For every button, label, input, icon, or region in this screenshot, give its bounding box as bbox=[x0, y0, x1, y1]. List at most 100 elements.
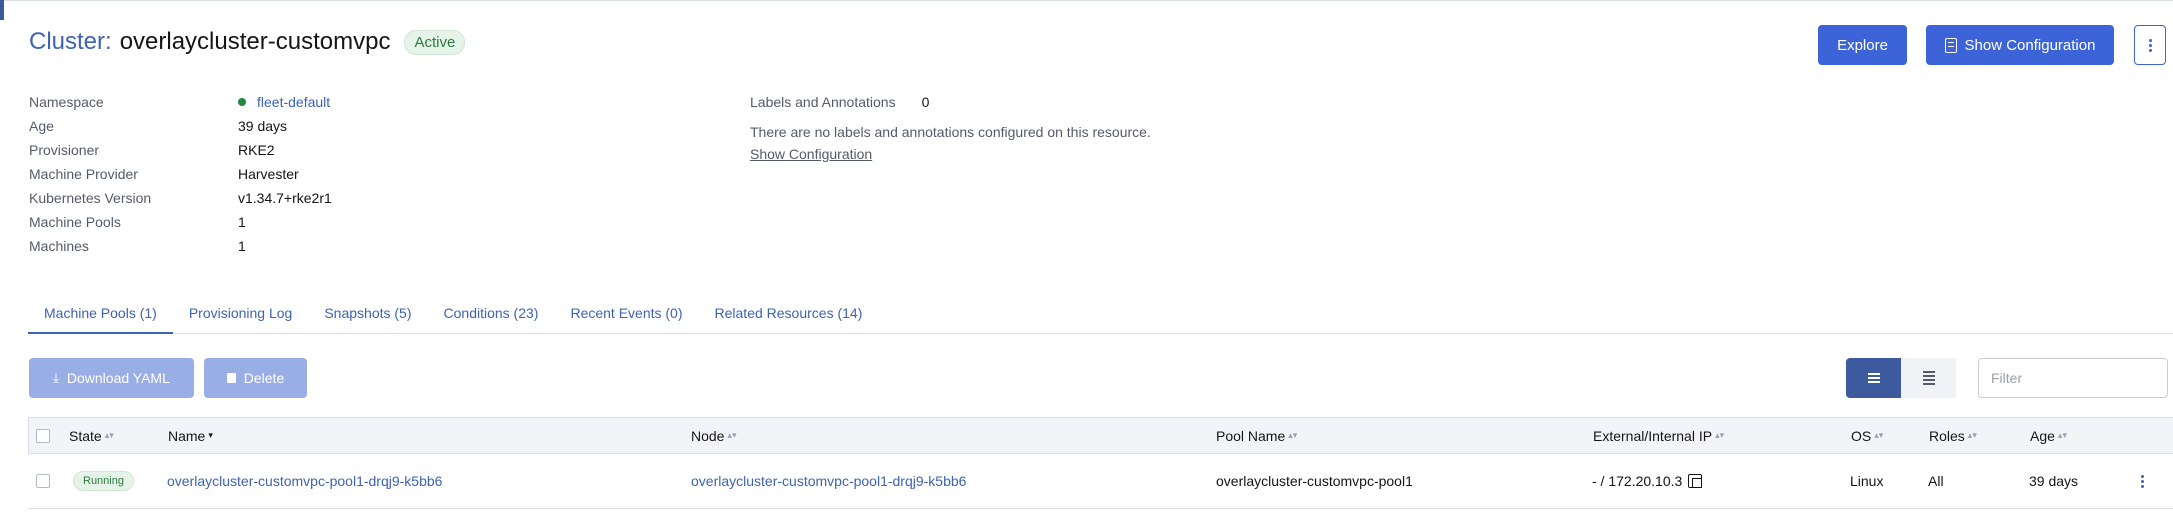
detail-row-age: Age 39 days bbox=[29, 114, 332, 138]
labels-header: Labels and Annotations 0 bbox=[750, 90, 1151, 114]
column-label: Node bbox=[691, 427, 725, 444]
select-all-cell bbox=[36, 418, 50, 453]
view-toggle-group bbox=[1846, 358, 1957, 398]
ip-cell: - / 172.20.10.3 bbox=[1592, 454, 1703, 508]
detail-value: fleet-default bbox=[238, 94, 330, 110]
namespace-link[interactable]: fleet-default bbox=[257, 94, 330, 110]
filter-input[interactable] bbox=[1978, 358, 2168, 398]
tab-machine-pools[interactable]: Machine Pools (1) bbox=[28, 297, 173, 334]
labels-empty-message: There are no labels and annotations conf… bbox=[750, 124, 1151, 140]
list-icon bbox=[1867, 373, 1880, 383]
download-yaml-label: Download YAML bbox=[66, 370, 170, 386]
sort-icon: ▴▾ bbox=[1874, 430, 1884, 440]
node-link[interactable]: overlaycluster-customvpc-pool1-drqj9-k5b… bbox=[691, 454, 966, 508]
column-header-pool-name[interactable]: Pool Name ▴▾ bbox=[1216, 418, 1297, 453]
detail-label: Machine Pools bbox=[29, 214, 121, 230]
title-prefix-link[interactable]: Cluster: bbox=[29, 28, 112, 56]
detail-label: Provisioner bbox=[29, 142, 100, 158]
column-header-ip[interactable]: External/Internal IP ▴▾ bbox=[1593, 418, 1724, 453]
column-label: External/Internal IP bbox=[1593, 427, 1713, 444]
ip-value: - / 172.20.10.3 bbox=[1592, 473, 1683, 489]
rows-icon bbox=[1922, 371, 1935, 385]
column-label: Age bbox=[2030, 427, 2055, 444]
kebab-icon bbox=[2148, 38, 2152, 52]
top-border bbox=[0, 0, 2173, 1]
more-actions-button[interactable] bbox=[2134, 25, 2166, 65]
column-header-node[interactable]: Node ▴▾ bbox=[691, 418, 737, 453]
sort-icon: ▴▾ bbox=[1967, 430, 1977, 440]
tab-snapshots[interactable]: Snapshots (5) bbox=[308, 297, 427, 334]
detail-label: Namespace bbox=[29, 94, 104, 110]
detail-row-provisioner: Provisioner RKE2 bbox=[29, 138, 332, 162]
delete-button[interactable]: Delete bbox=[204, 358, 307, 398]
sort-icon: ▴▾ bbox=[1715, 430, 1725, 440]
column-label: Name bbox=[168, 427, 206, 444]
status-badge: Active bbox=[404, 29, 466, 55]
tab-conditions[interactable]: Conditions (23) bbox=[428, 297, 555, 334]
sort-icon: ▴▾ bbox=[2057, 430, 2067, 440]
cluster-name: overlaycluster-customvpc bbox=[119, 28, 391, 55]
kebab-icon bbox=[2141, 474, 2144, 488]
tab-related-resources[interactable]: Related Resources (14) bbox=[699, 297, 879, 334]
left-accent-bar bbox=[0, 0, 4, 20]
detail-label: Machines bbox=[29, 238, 89, 254]
delete-label: Delete bbox=[243, 370, 285, 386]
cluster-detail-page: Cluster: overlaycluster-customvpc Active… bbox=[0, 0, 2173, 512]
os-cell: Linux bbox=[1850, 473, 1884, 489]
sort-icon: ▴▾ bbox=[1288, 430, 1298, 440]
row-select-cell bbox=[36, 454, 50, 508]
detail-row-machines: Machines 1 bbox=[29, 234, 332, 258]
sort-icon: ▴▾ bbox=[104, 430, 114, 440]
document-icon bbox=[1944, 37, 1957, 53]
column-header-os[interactable]: OS ▴▾ bbox=[1851, 418, 1883, 453]
detail-row-machine-provider: Machine Provider Harvester bbox=[29, 162, 332, 186]
grouped-view-button[interactable] bbox=[1901, 358, 1956, 398]
detail-label: Kubernetes Version bbox=[29, 190, 152, 206]
explore-button-label: Explore bbox=[1837, 36, 1888, 54]
machine-name-link[interactable]: overlaycluster-customvpc-pool1-drqj9-k5b… bbox=[167, 454, 442, 508]
detail-row-machine-pools: Machine Pools 1 bbox=[29, 210, 332, 234]
detail-row-namespace: Namespace fleet-default bbox=[29, 90, 332, 114]
tab-recent-events[interactable]: Recent Events (0) bbox=[554, 297, 698, 334]
page-title: Cluster: overlaycluster-customvpc Active bbox=[29, 28, 466, 56]
state-cell: Running bbox=[73, 454, 134, 508]
list-view-button[interactable] bbox=[1846, 358, 1901, 398]
detail-value: Harvester bbox=[238, 166, 299, 182]
table-row: Running overlaycluster-customvpc-pool1-d… bbox=[28, 454, 2173, 509]
detail-value: v1.34.7+rke2r1 bbox=[238, 190, 332, 206]
labels-title: Labels and Annotations bbox=[750, 94, 896, 110]
column-header-roles[interactable]: Roles ▴▾ bbox=[1929, 418, 1977, 453]
roles-cell: All bbox=[1928, 473, 1944, 489]
detail-value: 1 bbox=[238, 238, 246, 254]
show-configuration-button[interactable]: Show Configuration bbox=[1926, 25, 2114, 65]
cluster-details: Namespace fleet-default Age 39 days Prov… bbox=[29, 90, 332, 258]
row-actions-button[interactable] bbox=[2141, 454, 2144, 508]
detail-label: Machine Provider bbox=[29, 166, 138, 182]
labels-annotations-section: Labels and Annotations 0 There are no la… bbox=[750, 90, 1151, 162]
tab-provisioning-log[interactable]: Provisioning Log bbox=[173, 297, 309, 334]
pool-name-cell: overlaycluster-customvpc-pool1 bbox=[1216, 473, 1413, 489]
sort-descending-icon: ▾ bbox=[208, 430, 213, 440]
column-header-name[interactable]: Name ▾ bbox=[168, 418, 213, 453]
explore-button[interactable]: Explore bbox=[1818, 25, 1907, 65]
column-label: Pool Name bbox=[1216, 427, 1286, 444]
copy-icon[interactable] bbox=[1688, 474, 1703, 488]
detail-value: RKE2 bbox=[238, 142, 275, 158]
age-cell: 39 days bbox=[2029, 473, 2079, 489]
table-header: State ▴▾ Name ▾ Node ▴▾ Pool Name ▴▾ Ext… bbox=[28, 417, 2173, 454]
machine-pools-table: State ▴▾ Name ▾ Node ▴▾ Pool Name ▴▾ Ext… bbox=[28, 417, 2173, 509]
row-checkbox[interactable] bbox=[36, 474, 50, 488]
detail-value: 39 days bbox=[238, 118, 288, 134]
column-label: Roles bbox=[1929, 427, 1965, 444]
column-header-age[interactable]: Age ▴▾ bbox=[2030, 418, 2067, 453]
show-configuration-link[interactable]: Show Configuration bbox=[750, 146, 872, 162]
show-configuration-label: Show Configuration bbox=[1964, 36, 2096, 54]
download-icon: ⤓ bbox=[53, 370, 59, 385]
status-dot-icon bbox=[238, 98, 246, 106]
select-all-checkbox[interactable] bbox=[36, 428, 50, 443]
column-label: State bbox=[69, 427, 102, 444]
sort-icon: ▴▾ bbox=[727, 430, 737, 440]
column-header-state[interactable]: State ▴▾ bbox=[69, 418, 114, 453]
download-yaml-button[interactable]: ⤓ Download YAML bbox=[29, 358, 194, 398]
detail-value: 1 bbox=[238, 214, 246, 230]
